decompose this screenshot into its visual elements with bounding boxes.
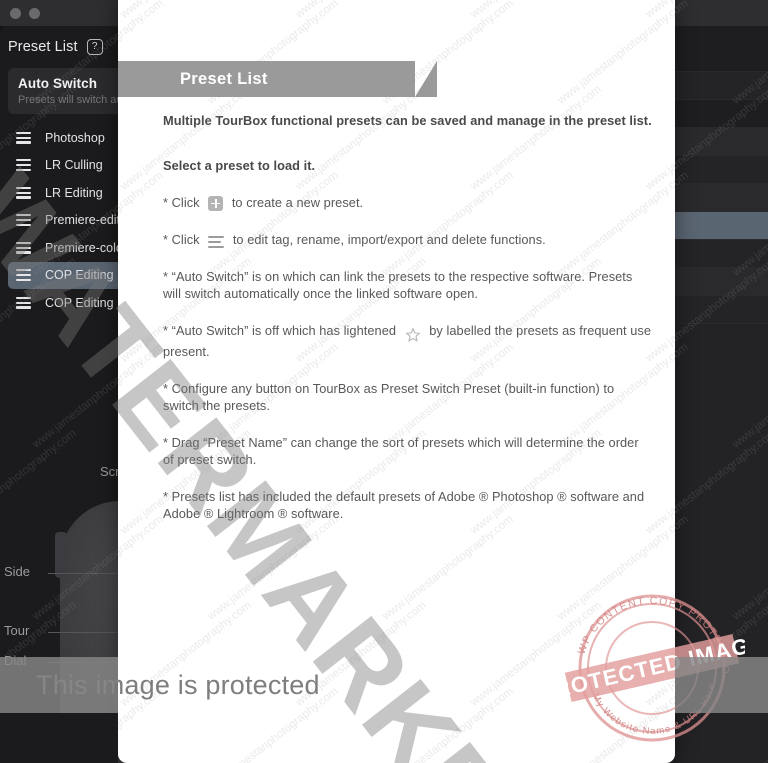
dialog-paragraph: * “Auto Switch” is off which has lighten… xyxy=(163,322,653,360)
preset-panel-title: Preset List xyxy=(8,39,78,55)
preset-list-item-label: COP Editing xyxy=(45,268,114,283)
preset-list-help-dialog: Preset List Multiple TourBox functional … xyxy=(118,0,675,763)
preset-list-item-label: Photoshop xyxy=(45,130,105,145)
dialog-paragraph: * “Auto Switch” is on which can link the… xyxy=(163,268,653,302)
star-icon xyxy=(405,326,421,343)
device-side-button-shape xyxy=(55,532,67,578)
dialog-paragraph: * Drag “Preset Name” can change the sort… xyxy=(163,434,653,468)
paragraph-text: * Drag “Preset Name” can change the sort… xyxy=(163,435,639,467)
hamburger-icon[interactable] xyxy=(16,131,31,144)
device-label-leader-line xyxy=(48,573,128,574)
paragraph-text: * “Auto Switch” is on which can link the… xyxy=(163,269,633,301)
preset-list-item-label: COP Editing xyxy=(45,295,114,310)
device-label: Scr xyxy=(100,464,120,479)
screenshot-root: Preset List ? Auto Switch Presets will s… xyxy=(0,0,768,763)
protected-bar-left-fill xyxy=(0,657,118,713)
dialog-paragraph: * Click to edit tag, rename, import/expo… xyxy=(163,231,653,248)
plus-icon xyxy=(208,196,224,211)
hamburger-icon[interactable] xyxy=(16,269,31,282)
dialog-paragraph: * Configure any button on TourBox as Pre… xyxy=(163,380,653,414)
hamburger-icon[interactable] xyxy=(16,241,31,254)
preset-list-item-label: LR Culling xyxy=(45,158,103,173)
device-label: Tour xyxy=(4,623,30,638)
device-label: Side xyxy=(4,564,31,579)
close-button-icon[interactable] xyxy=(10,8,21,19)
paragraph-text: * Click xyxy=(163,232,204,247)
paragraph-text: * Presets list has included the default … xyxy=(163,489,645,521)
paragraph-text: * Click xyxy=(163,195,204,210)
dialog-body: Multiple TourBox functional presets can … xyxy=(163,112,653,542)
hamburger-icon[interactable] xyxy=(16,296,31,309)
preset-list-item-label: LR Editing xyxy=(45,185,103,200)
window-controls[interactable] xyxy=(10,8,40,19)
dialog-title: Preset List xyxy=(180,69,268,88)
paragraph-text: Select a preset to load it. xyxy=(163,158,316,173)
preset-list-item-label: Premiere-color xyxy=(45,240,127,255)
help-icon[interactable]: ? xyxy=(86,39,103,55)
hamburger-icon[interactable] xyxy=(16,186,31,199)
preset-list-item-label: Premiere-edit xyxy=(45,213,121,228)
dialog-paragraph: Multiple TourBox functional presets can … xyxy=(163,112,653,129)
dialog-paragraph: Select a preset to load it. xyxy=(163,157,653,174)
dialog-banner: Preset List xyxy=(118,61,437,97)
dialog-paragraph: * Click to create a new preset. xyxy=(163,194,653,211)
paragraph-text: * “Auto Switch” is off which has lighten… xyxy=(163,323,400,338)
paragraph-text: * Configure any button on TourBox as Pre… xyxy=(163,381,615,413)
paragraph-text: Multiple TourBox functional presets can … xyxy=(163,113,652,128)
hamburger-icon[interactable] xyxy=(16,159,31,172)
device-label-leader-line xyxy=(48,632,128,633)
minimize-button-icon[interactable] xyxy=(29,8,40,19)
dialog-paragraph: * Presets list has included the default … xyxy=(163,488,653,522)
hamburger-icon xyxy=(208,236,225,248)
protected-bar-right-fill xyxy=(675,657,768,713)
paragraph-text: to create a new preset. xyxy=(228,195,364,210)
hamburger-icon[interactable] xyxy=(16,214,31,227)
paragraph-text: to edit tag, rename, import/export and d… xyxy=(229,232,546,247)
bottom-dark-strip xyxy=(0,713,118,763)
